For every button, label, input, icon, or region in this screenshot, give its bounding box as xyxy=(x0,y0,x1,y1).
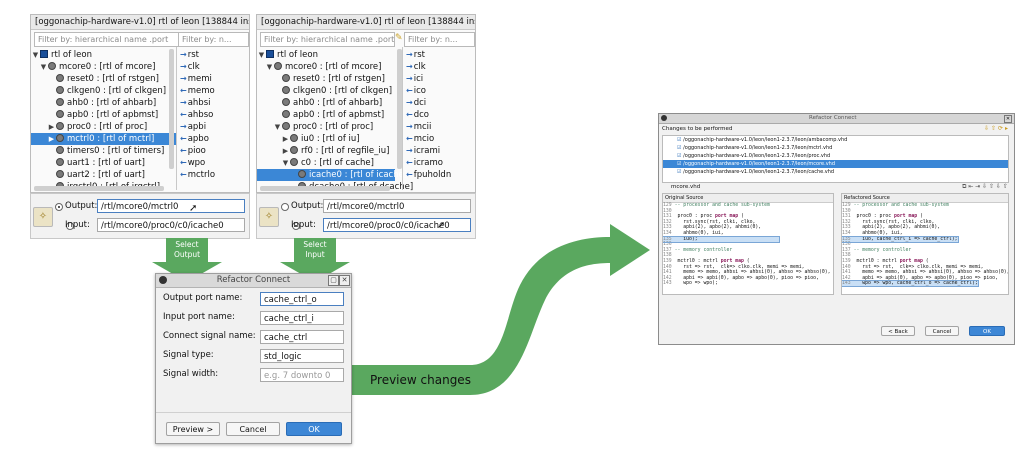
input-port-label: Input port name: xyxy=(163,312,235,322)
cancel-button[interactable]: Cancel xyxy=(925,326,959,336)
app-icon xyxy=(159,276,167,284)
refactored-source-label: Refactored Source xyxy=(842,194,1008,203)
checkbox-icon[interactable]: ☑ xyxy=(677,137,681,143)
refactor-connect-dialog: Refactor Connect ▢ ✕ Output port name: c… xyxy=(155,273,352,444)
close-icon[interactable]: ✕ xyxy=(1004,115,1012,123)
changes-toolbar-icons[interactable]: ⇩ ⇧ ⟳ ▸ xyxy=(984,125,1008,132)
change-file-item[interactable]: ☑ /oggonachip-hardware-v1.0/leon/leon1-2… xyxy=(663,144,1008,152)
output-port-field[interactable]: cache_ctrl_o xyxy=(260,292,344,306)
connect-signal-label: Connect signal name: xyxy=(163,331,256,341)
compare-toolbar-icons[interactable]: ⧉ ⇤ ⇥ ⇩ ⇧ ⇩ ⇧ xyxy=(962,183,1008,191)
change-file-item[interactable]: ☑ /oggonachip-hardware-v1.0/leon/leon1-2… xyxy=(663,152,1008,160)
preview-changes-arrow xyxy=(345,224,650,395)
original-code: 129 -- processor and cache sub-system 13… xyxy=(663,203,831,287)
back-button[interactable]: < Back xyxy=(881,326,915,336)
select-output-label: Select Output xyxy=(173,240,201,259)
maximize-icon[interactable]: ▢ xyxy=(328,275,339,286)
button-separator xyxy=(156,412,351,413)
signal-width-label: Signal width: xyxy=(163,369,219,379)
checkbox-icon[interactable]: ☑ xyxy=(677,169,681,175)
preview-button[interactable]: Preview > xyxy=(166,422,220,436)
change-file-item-selected[interactable]: ☑ /oggonachip-hardware-v1.0/leon/leon1-2… xyxy=(663,160,1008,168)
output-port-label: Output port name: xyxy=(163,293,243,303)
preview-changes-label: Preview changes xyxy=(370,373,471,387)
signal-width-field[interactable]: e.g. 7 downto 0 xyxy=(260,368,344,382)
preview-titlebar: Refactor Connect ✕ xyxy=(659,114,1014,124)
file-label: mcore.vhd xyxy=(671,184,701,190)
dialog-titlebar: Refactor Connect ▢ ✕ xyxy=(156,274,351,288)
checkbox-icon[interactable]: ☑ xyxy=(677,153,681,159)
signal-type-label: Signal type: xyxy=(163,350,214,360)
changes-list: ☑ /oggonachip-hardware-v1.0/leon/leon1-2… xyxy=(662,135,1009,183)
original-source-pane: Original Source 129 -- processor and cac… xyxy=(662,193,834,295)
connect-signal-field[interactable]: cache_ctrl xyxy=(260,330,344,344)
original-source-label: Original Source xyxy=(663,194,833,203)
app-icon xyxy=(661,115,667,121)
checkbox-icon[interactable]: ☑ xyxy=(677,145,681,151)
change-file-item[interactable]: ☑ /oggonachip-hardware-v1.0/leon/leon1-2… xyxy=(663,168,1008,176)
refactored-source-pane: Refactored Source 129 -- processor and c… xyxy=(841,193,1009,295)
select-input-label: Select Input xyxy=(303,240,327,259)
close-icon[interactable]: ✕ xyxy=(339,275,350,286)
preview-title: Refactor Connect xyxy=(809,115,857,121)
dialog-title: Refactor Connect xyxy=(216,275,291,285)
ok-button[interactable]: OK xyxy=(969,326,1005,336)
checkbox-icon[interactable]: ☑ xyxy=(677,161,681,167)
cancel-button[interactable]: Cancel xyxy=(226,422,280,436)
ok-button[interactable]: OK xyxy=(286,422,342,436)
refactored-code: 129 -- processor and cache sub-system 13… xyxy=(842,203,1009,288)
input-port-field[interactable]: cache_ctrl_i xyxy=(260,311,344,325)
preview-window: Refactor Connect ✕ Changes to be perform… xyxy=(658,113,1015,345)
change-file-item[interactable]: ☑ /oggonachip-hardware-v1.0/leon/leon1-2… xyxy=(663,136,1008,144)
signal-type-field[interactable]: std_logic xyxy=(260,349,344,363)
changes-label: Changes to be performed xyxy=(662,126,733,132)
